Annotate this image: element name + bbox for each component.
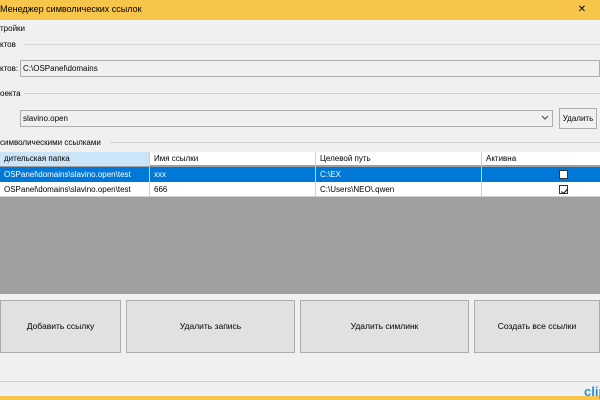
links-section-divider	[110, 142, 600, 143]
table-row[interactable]: OSPanel\domains\slavino.open\test 666 C:…	[0, 182, 600, 197]
delete-symlink-button[interactable]: Удалить симлинк	[300, 300, 469, 353]
folder-field-label: ктов:	[0, 64, 19, 73]
delete-project-button[interactable]: Удалить	[559, 108, 597, 129]
project-section-divider	[24, 93, 600, 94]
cell-active	[482, 182, 600, 197]
cell-name: xxx	[150, 167, 316, 182]
close-button[interactable]: ✕	[572, 0, 592, 20]
project-section-label: оекта	[0, 89, 21, 98]
column-header-name[interactable]: Имя ссылки	[150, 152, 316, 166]
projects-path-value: C:\OSPanel\domains	[23, 64, 98, 73]
column-header-active[interactable]: Активна	[482, 152, 600, 166]
project-select-value: slavino.open	[23, 114, 68, 123]
active-checkbox[interactable]	[559, 170, 568, 179]
cell-name: 666	[150, 182, 316, 197]
check-icon	[561, 188, 568, 195]
menu-settings[interactable]: тройки	[0, 24, 25, 33]
close-icon: ✕	[577, 4, 587, 15]
bottom-accent	[0, 396, 600, 400]
folder-section-label: ктов	[0, 40, 16, 49]
menu-bar	[0, 20, 600, 36]
watermark-text: clip	[584, 384, 600, 399]
project-select[interactable]	[20, 110, 553, 127]
cell-active	[482, 167, 600, 182]
chevron-down-icon[interactable]	[540, 112, 550, 124]
folder-section-divider	[24, 44, 600, 45]
projects-path-input[interactable]	[20, 60, 600, 77]
delete-record-button[interactable]: Удалить запись	[126, 300, 295, 353]
links-section-label: символическими ссылками	[0, 138, 101, 147]
cell-parent: OSPanel\domains\slavino.open\test	[0, 182, 150, 197]
cell-target: C:\EX	[316, 167, 482, 182]
column-header-parent[interactable]: дительская папка	[0, 152, 150, 166]
cell-target: C:\Users\NEO\.qwen	[316, 182, 482, 197]
cell-parent: OSPanel\domains\slavino.open\test	[0, 167, 150, 182]
active-checkbox[interactable]	[559, 185, 568, 195]
window-title: Менеджер символических ссылок	[0, 4, 142, 14]
add-link-button[interactable]: Добавить ссылку	[0, 300, 121, 353]
create-all-links-button[interactable]: Создать все ссылки	[474, 300, 600, 353]
column-header-target[interactable]: Целевой путь	[316, 152, 482, 166]
table-row[interactable]: OSPanel\domains\slavino.open\test xxx C:…	[0, 167, 600, 182]
